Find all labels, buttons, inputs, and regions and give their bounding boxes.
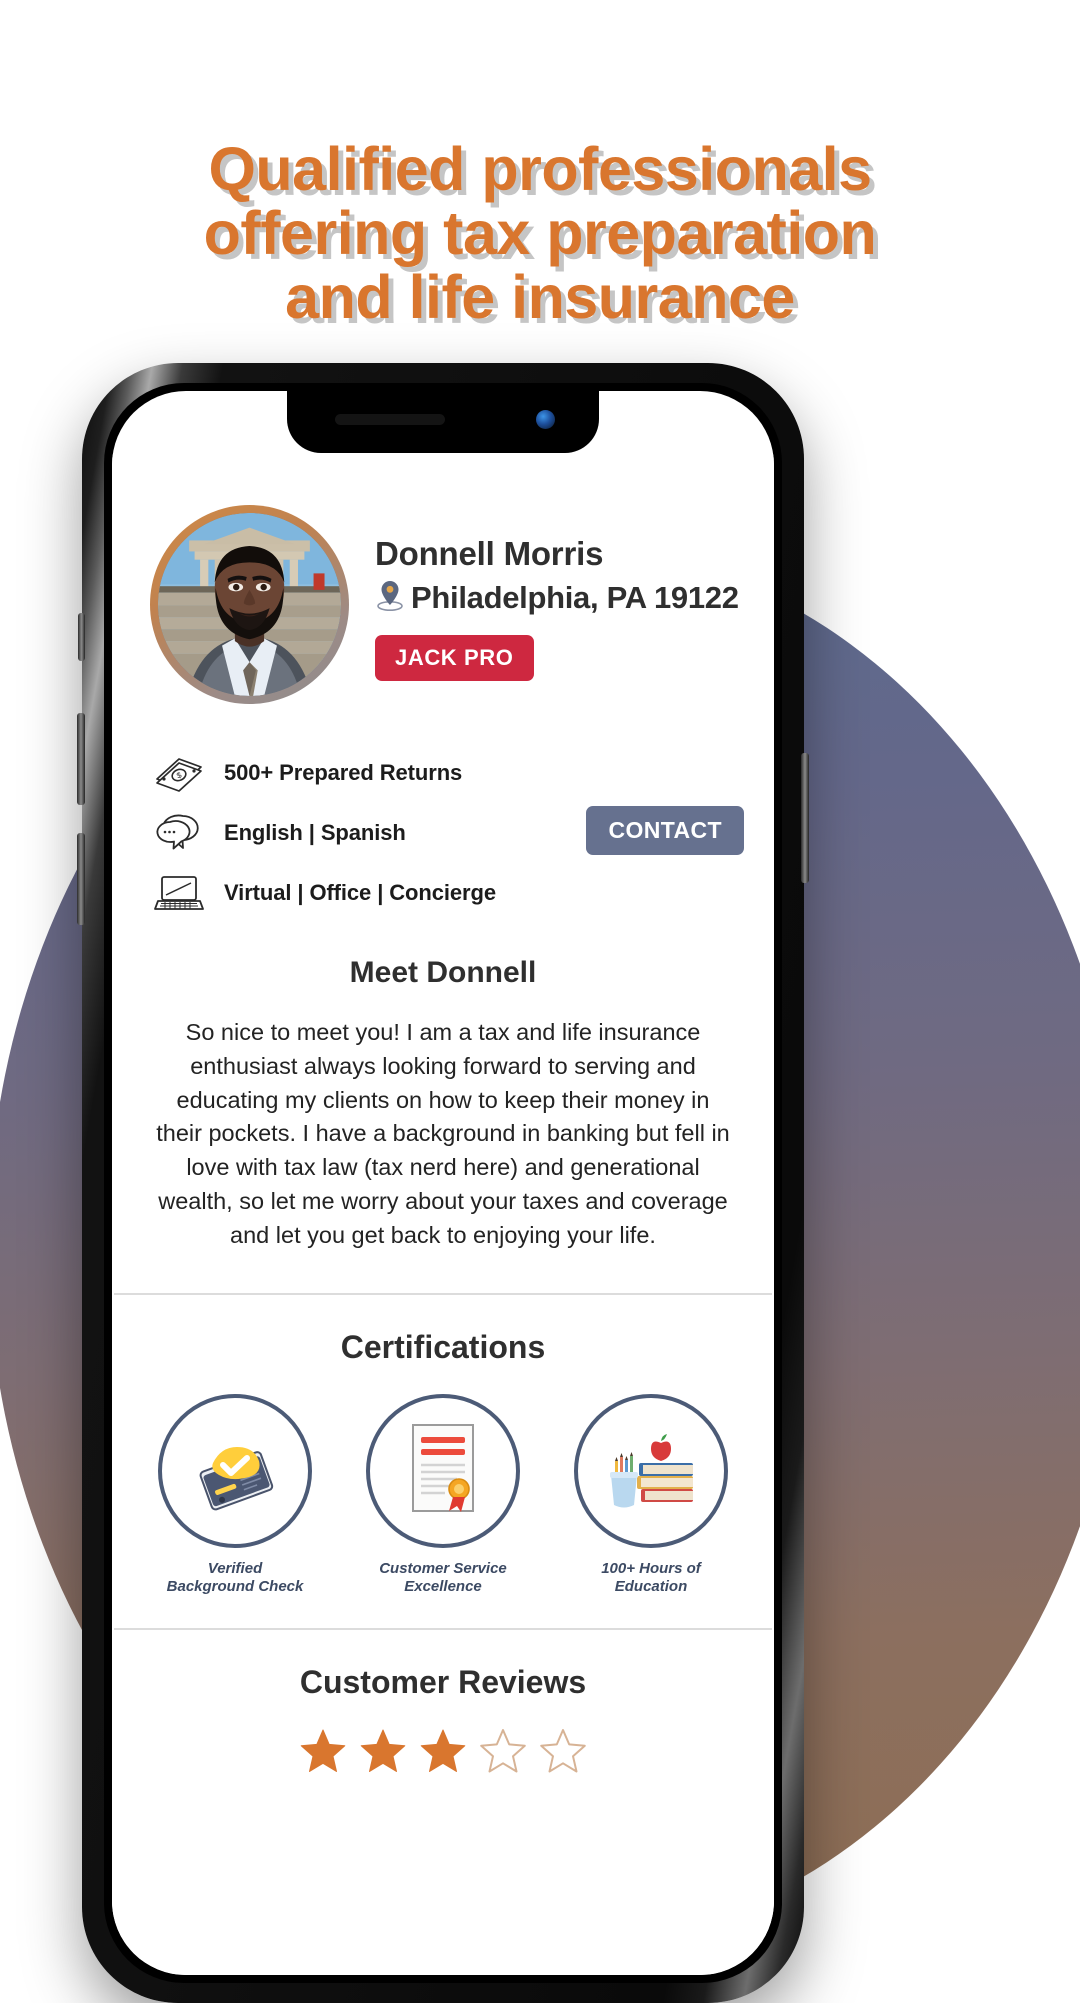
certifications-title: Certifications [340, 1328, 546, 1365]
star-empty-icon[interactable] [539, 1727, 587, 1775]
speaker-slot-icon [335, 414, 445, 425]
star-empty-icon[interactable] [479, 1727, 527, 1775]
laptop-icon [150, 872, 208, 914]
page-headline: Qualified professionals offering tax pre… [0, 137, 1080, 329]
profile-header: Donnell Morris Philadelphia, PA 19122 JA… [112, 453, 774, 704]
headline-line-2: offering tax preparation [203, 198, 877, 267]
headline-line-1: Qualified professionals [208, 134, 872, 203]
stat-row: Virtual | Office | Concierge [150, 866, 748, 920]
bio-text: So nice to meet you! I am a tax and life… [156, 1019, 730, 1248]
contact-button[interactable]: CONTACT [586, 806, 744, 855]
certification-item[interactable]: Customer Service Excellence [357, 1393, 529, 1597]
profile-stats: $ 500+ Prepared Returns English | Spanis… [112, 746, 774, 920]
stat-label: Virtual | Office | Concierge [224, 880, 496, 905]
stat-row: $ 500+ Prepared Returns [150, 746, 748, 800]
certification-label: 100+ Hours of Education [601, 1559, 701, 1596]
status-badge: JACK PRO [375, 634, 534, 681]
profile-location-text: Philadelphia, PA 19122 [411, 579, 739, 615]
certificate-ribbon-icon [366, 1393, 520, 1548]
power-button[interactable] [801, 753, 809, 883]
bio-title: Meet Donnell [349, 956, 537, 989]
stat-label: 500+ Prepared Returns [224, 760, 463, 785]
profile-name: Donnell Morris [375, 535, 604, 572]
certification-item[interactable]: Verified Background Check [149, 1393, 321, 1597]
star-filled-icon[interactable] [299, 1727, 347, 1775]
phone-bezel: Donnell Morris Philadelphia, PA 19122 JA… [104, 383, 782, 1983]
front-camera-icon [536, 410, 555, 429]
app-content: Donnell Morris Philadelphia, PA 19122 JA… [112, 453, 774, 1975]
reviews-title: Customer Reviews [299, 1664, 587, 1701]
phone-mockup: Donnell Morris Philadelphia, PA 19122 JA… [77, 363, 809, 2003]
profile-meta: Donnell Morris Philadelphia, PA 19122 JA… [375, 505, 739, 681]
certification-label: Verified Background Check [166, 1559, 304, 1596]
map-pin-icon [375, 577, 405, 619]
volume-down-button[interactable] [77, 833, 85, 925]
star-filled-icon[interactable] [359, 1727, 407, 1775]
id-card-check-icon [158, 1393, 312, 1548]
profile-location: Philadelphia, PA 19122 [375, 577, 739, 619]
money-stack-icon: $ [150, 752, 208, 794]
speech-bubbles-icon [150, 812, 208, 854]
reviews-section: Customer Reviews [112, 1630, 774, 1795]
star-filled-icon[interactable] [419, 1727, 467, 1775]
avatar[interactable] [150, 505, 349, 704]
mute-switch[interactable] [78, 613, 85, 661]
certification-label: Customer Service Excellence [379, 1559, 507, 1596]
bio-section: Meet Donnell So nice to meet you! I am a… [112, 926, 774, 1293]
headline-line-3: and life insurance [285, 262, 795, 331]
books-apple-icon [574, 1393, 728, 1548]
volume-up-button[interactable] [77, 713, 85, 805]
certifications-section: Certifications Verified Background Check… [112, 1295, 774, 1629]
phone-notch [287, 391, 599, 453]
stat-label: English | Spanish [224, 820, 406, 845]
certifications-list: Verified Background Check Customer Servi… [132, 1393, 754, 1597]
phone-screen: Donnell Morris Philadelphia, PA 19122 JA… [112, 391, 774, 1975]
profile-photo [158, 513, 341, 696]
certification-item[interactable]: 100+ Hours of Education [565, 1393, 737, 1597]
rating-stars[interactable] [132, 1727, 754, 1775]
